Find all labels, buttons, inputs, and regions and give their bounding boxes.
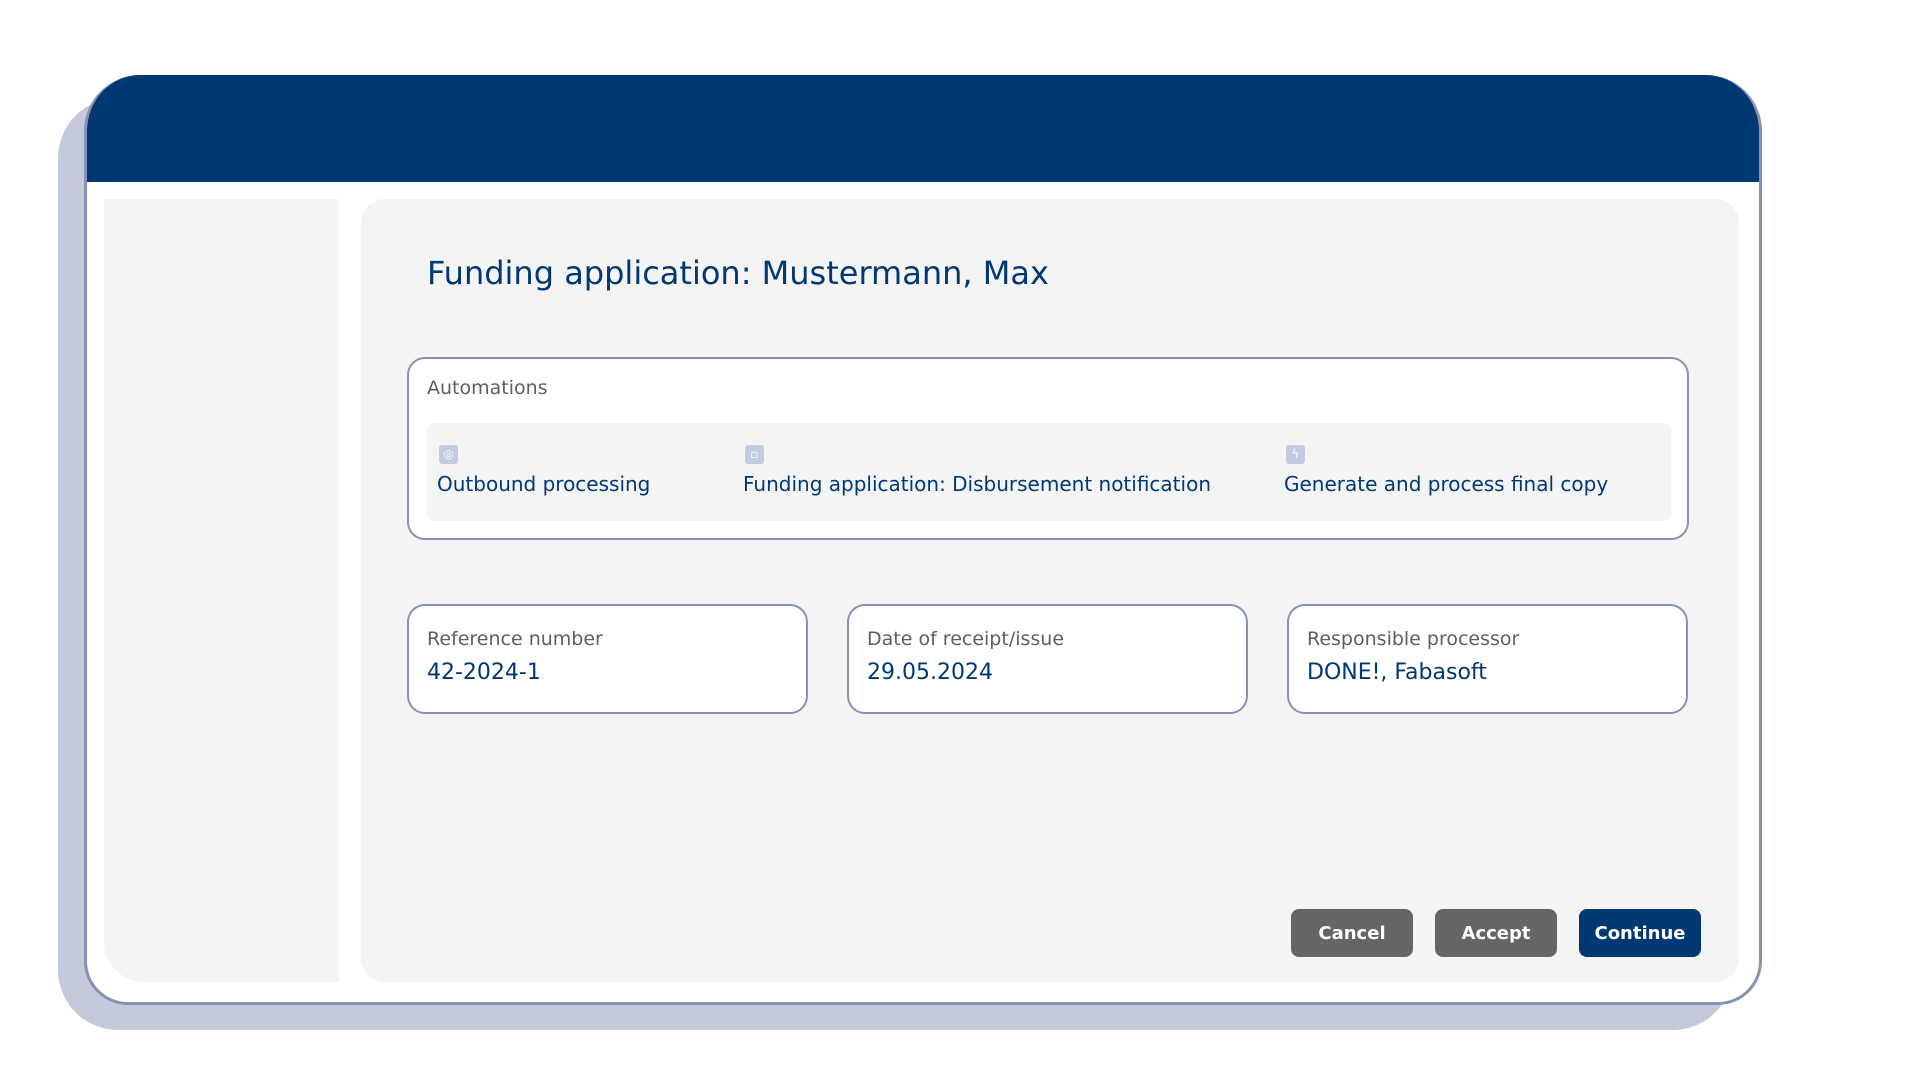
field-label: Responsible processor: [1307, 628, 1520, 650]
cancel-button[interactable]: Cancel: [1291, 909, 1413, 957]
reference-number-field: Reference number 42-2024-1: [407, 604, 808, 714]
automation-label: Generate and process final copy: [1284, 472, 1609, 496]
field-value: DONE!, Fabasoft: [1307, 660, 1487, 685]
automation-label: Outbound processing: [437, 472, 651, 496]
document-icon: ▫: [745, 445, 764, 464]
app-window: Funding application: Mustermann, Max Aut…: [84, 75, 1762, 1005]
automation-label: Funding application: Disbursement notifi…: [743, 472, 1211, 496]
sidebar: [104, 199, 339, 982]
main-content: Funding application: Mustermann, Max Aut…: [361, 199, 1739, 982]
automation-disbursement-notification[interactable]: ▫ Funding application: Disbursement noti…: [743, 445, 1211, 496]
responsible-processor-field: Responsible processor DONE!, Fabasoft: [1287, 604, 1688, 714]
field-label: Reference number: [427, 628, 603, 650]
automation-generate-final-copy[interactable]: ϟ Generate and process final copy: [1284, 445, 1608, 496]
field-value: 42-2024-1: [427, 660, 541, 685]
accept-button[interactable]: Accept: [1435, 909, 1557, 957]
field-label: Date of receipt/issue: [867, 628, 1065, 650]
automations-panel: Automations ◎ Outbound processing ▫ Fund…: [407, 357, 1689, 540]
automations-heading: Automations: [427, 377, 548, 399]
date-of-receipt-field: Date of receipt/issue 29.05.2024: [847, 604, 1248, 714]
continue-button[interactable]: Continue: [1579, 909, 1701, 957]
bolt-icon: ϟ: [1286, 445, 1305, 464]
automations-list: ◎ Outbound processing ▫ Funding applicat…: [427, 423, 1671, 521]
field-value: 29.05.2024: [867, 660, 993, 685]
automation-outbound-processing[interactable]: ◎ Outbound processing: [437, 445, 650, 496]
page-title: Funding application: Mustermann, Max: [427, 254, 1049, 292]
title-bar: [87, 75, 1759, 182]
gear-icon: ◎: [439, 445, 458, 464]
